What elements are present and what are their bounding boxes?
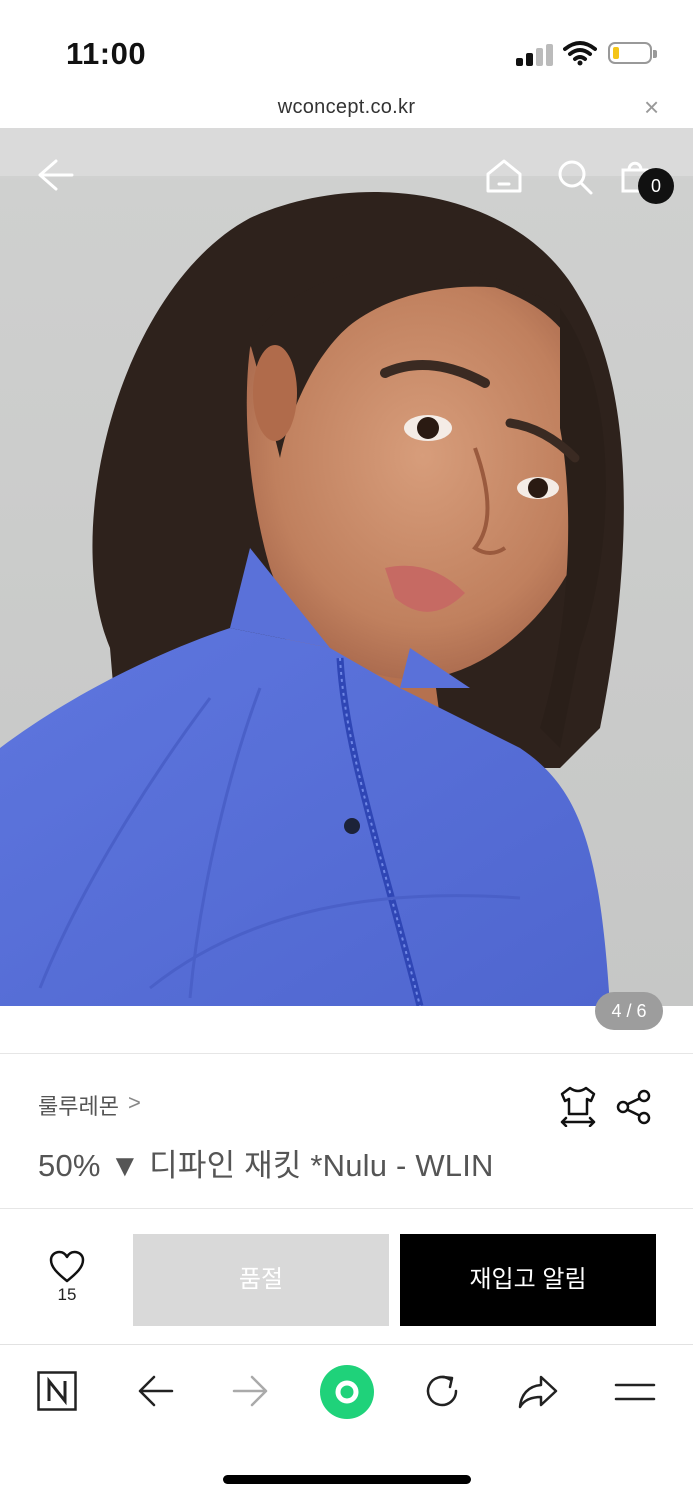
green-dot-icon[interactable] [319, 1364, 375, 1420]
product-photo [0, 128, 693, 1006]
close-icon[interactable]: × [644, 92, 659, 123]
share-icon[interactable] [615, 1088, 653, 1126]
naver-n-icon[interactable] [37, 1371, 77, 1411]
url-text[interactable]: wconcept.co.kr [0, 96, 693, 119]
cell-signal-icon [516, 44, 554, 66]
product-header [0, 128, 693, 228]
product-title: 50% ▼ 디파인 재킷 *Nulu - WLIN [38, 1148, 494, 1183]
browser-url-bar[interactable]: wconcept.co.kr × [0, 92, 693, 128]
divider [0, 1053, 693, 1054]
chevron-right-icon[interactable]: > [128, 1090, 141, 1116]
brand-link[interactable]: 룰루레몬 [38, 1089, 119, 1121]
wish-count: 15 [57, 1285, 77, 1304]
arrow-left-icon[interactable] [36, 158, 74, 192]
refresh-icon[interactable] [422, 1371, 462, 1411]
cart-count-badge[interactable]: 0 [638, 168, 674, 204]
image-counter: 4 / 6 [595, 992, 663, 1030]
arrow-right-icon[interactable] [232, 1374, 270, 1408]
search-icon[interactable] [556, 158, 594, 196]
heart-icon [49, 1250, 85, 1283]
home-indicator [223, 1475, 471, 1484]
arrow-left-icon[interactable] [136, 1374, 174, 1408]
product-image[interactable] [0, 128, 693, 1006]
menu-icon[interactable] [614, 1382, 656, 1402]
sold-out-button[interactable]: 품절 [133, 1234, 389, 1326]
divider [0, 1208, 693, 1209]
restock-alert-button[interactable]: 재입고 알림 [400, 1234, 656, 1326]
home-icon[interactable] [485, 158, 523, 194]
share-arrow-icon[interactable] [517, 1373, 559, 1411]
status-time: 11:00 [66, 36, 147, 71]
battery-icon [608, 42, 657, 64]
wishlist-button[interactable]: 15 [44, 1250, 90, 1305]
shirt-size-icon[interactable] [558, 1085, 598, 1127]
status-bar: 11:00 [0, 0, 693, 92]
wifi-icon [563, 41, 597, 66]
